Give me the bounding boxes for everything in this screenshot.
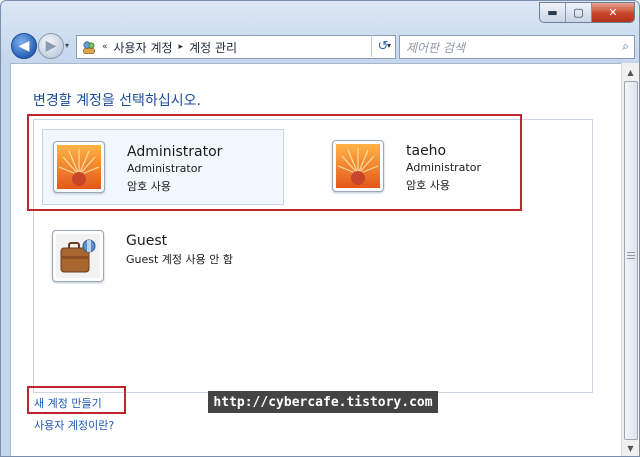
breadcrumb-manage-accounts[interactable]: 계정 관리 [189,39,237,56]
scroll-thumb[interactable] [624,81,638,440]
search-icon[interactable]: ⌕ [622,39,629,54]
control-panel-icon [83,41,95,54]
watermark-text: http://cybercafe.tistory.com [208,391,438,413]
recent-pages-dropdown[interactable]: ▾ [65,41,69,50]
close-button[interactable]: ✕ [592,3,634,22]
search-box[interactable]: 제어판 검색 ⌕ [399,35,635,59]
breadcrumb-overflow-icon[interactable]: « [102,42,108,52]
scroll-grip-icon [627,252,635,261]
scroll-up-button[interactable]: ▲ [622,64,639,80]
forward-button[interactable]: ▶ [38,33,64,59]
breadcrumb-user-accounts[interactable]: 사용자 계정 [114,39,173,56]
account-name: Guest [126,233,168,249]
minimize-button[interactable]: ▬ [540,3,566,22]
content-pane: 변경할 계정을 선택하십시오. Administrator Administra… [10,63,622,456]
back-button[interactable]: ◀ [11,33,37,59]
briefcase-avatar-icon [52,230,104,282]
what-is-account-link[interactable]: 사용자 계정이란? [34,417,114,433]
maximize-button[interactable]: ▢ [566,3,592,22]
page-heading: 변경할 계정을 선택하십시오. [33,93,201,109]
navigation-bar: ◀ ▶ ▾ « 사용자 계정 ▸ 계정 관리 ▾ ↺ 제어판 검색 ⌕ [1,31,639,63]
account-tile-guest[interactable]: Guest Guest 계정 사용 안 함 [42,219,282,293]
accounts-highlight-box [27,114,522,211]
address-bar[interactable]: « 사용자 계정 ▸ 계정 관리 ▾ [76,35,396,59]
create-account-highlight-box [27,386,126,414]
account-type: Guest 계정 사용 안 함 [126,253,234,266]
breadcrumb-separator-icon[interactable]: ▸ [179,42,184,52]
caption-buttons: ▬ ▢ ✕ [539,2,635,23]
explorer-window: ▬ ▢ ✕ ◀ ▶ ▾ « 사용자 계정 ▸ 계정 관리 ▾ ↺ 제어판 검색 … [0,0,640,457]
vertical-scrollbar[interactable]: ▲ ▼ [621,63,639,456]
search-placeholder: 제어판 검색 [406,40,466,55]
refresh-button[interactable]: ↺ [371,35,394,57]
scroll-down-button[interactable]: ▼ [622,440,639,456]
title-bar: ▬ ▢ ✕ [1,1,639,27]
